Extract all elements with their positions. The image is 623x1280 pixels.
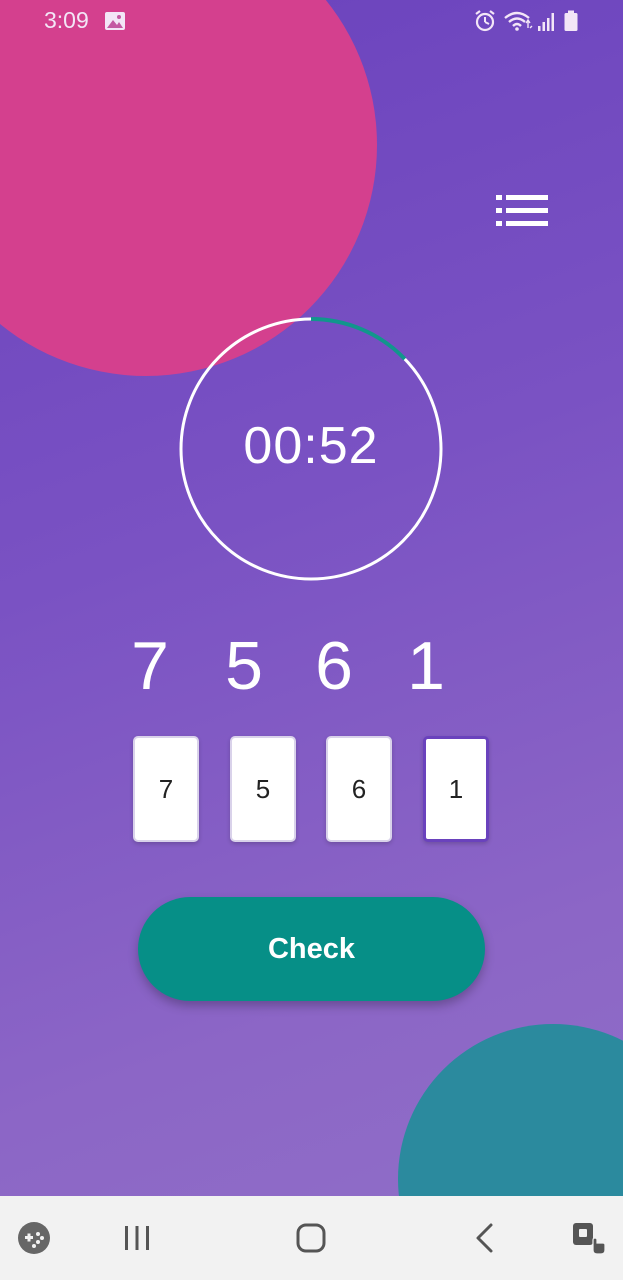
target-digit: 7: [131, 628, 169, 704]
status-bar: 3:09: [0, 0, 623, 42]
navigation-bar: [0, 1196, 623, 1280]
timer-display: 00:52: [243, 417, 379, 475]
target-digit: 5: [225, 628, 263, 704]
status-time: 3:09: [44, 7, 89, 33]
digit-input-4[interactable]: 1: [423, 736, 489, 842]
battery-icon: [564, 10, 578, 31]
home-icon[interactable]: [289, 1216, 333, 1260]
target-code: 7 5 6 1: [118, 626, 506, 706]
target-digit: 1: [407, 628, 445, 704]
signal-icon: [538, 13, 554, 31]
digit-input-1[interactable]: 7: [133, 736, 199, 842]
touch-lock-icon[interactable]: [566, 1216, 610, 1260]
game-launcher-icon[interactable]: [12, 1216, 56, 1260]
back-icon[interactable]: [463, 1216, 507, 1260]
target-digit: 6: [315, 628, 353, 704]
check-button[interactable]: Check: [138, 897, 485, 1001]
image-icon: [105, 12, 125, 30]
countdown-timer: 00:52: [178, 316, 444, 582]
digit-input-3[interactable]: 6: [326, 736, 392, 842]
recent-apps-icon[interactable]: [115, 1216, 159, 1260]
wifi-icon: [504, 11, 533, 31]
alarm-icon: [475, 10, 495, 32]
digit-input-2[interactable]: 5: [230, 736, 296, 842]
app-screen: 3:09 00:52 7 5 6 1 7 5 6 1 Check: [0, 0, 623, 1280]
list-icon[interactable]: [492, 192, 552, 230]
